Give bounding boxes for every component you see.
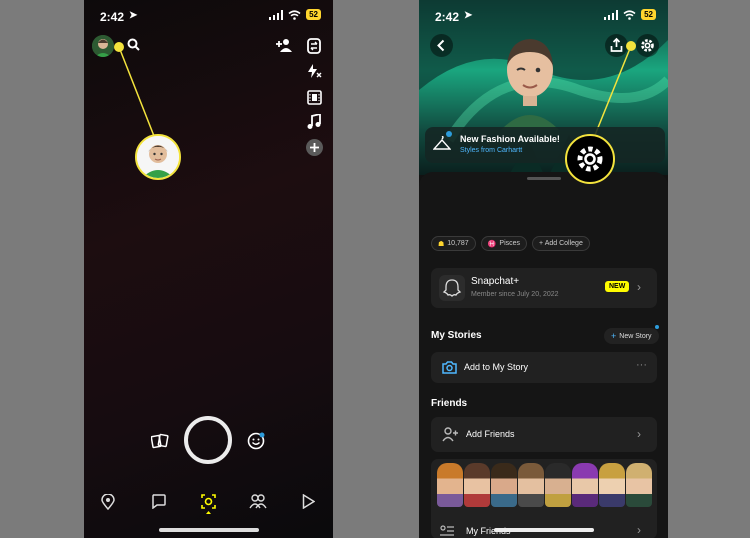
chat-icon[interactable] (151, 494, 166, 509)
snapscore-pill[interactable]: ☗ 10,787 (431, 236, 476, 251)
friends-icon[interactable] (249, 494, 267, 509)
notification-dot (446, 131, 452, 137)
friend-bitmoji (545, 463, 571, 507)
callout-gear (565, 134, 615, 184)
new-badge: NEW (605, 281, 630, 292)
home-indicator (159, 528, 259, 532)
ghost-icon: ☗ (438, 240, 445, 248)
chevron-right-icon: › (637, 523, 641, 537)
friend-bitmoji (464, 463, 490, 507)
profile-screen: 2:42 ➤ 52 New Fashion Available! Styles … (419, 0, 668, 538)
camera-screen: 2:42 ➤ 52 (84, 0, 333, 538)
friends-bitmoji-row (437, 463, 652, 507)
stories-icon[interactable] (302, 494, 315, 509)
search-icon[interactable] (127, 38, 140, 51)
flip-camera-icon[interactable] (305, 37, 323, 55)
camera-icon (442, 360, 457, 374)
sheet-handle[interactable] (527, 177, 561, 180)
zodiac-pill[interactable]: ♓ Pisces (480, 236, 528, 251)
map-icon[interactable] (101, 494, 115, 510)
bottom-nav (84, 488, 333, 518)
chevron-right-icon: › (637, 427, 641, 441)
camera-icon[interactable] (200, 493, 217, 515)
profile-sheet: ☗ 10,787 ♓ Pisces + Add College Snapchat+ … (419, 172, 668, 538)
add-to-my-story-label: Add to My Story (464, 362, 529, 372)
video-icon[interactable] (305, 88, 323, 106)
add-college-label: + Add College (539, 240, 583, 247)
zodiac-label: Pisces (499, 240, 521, 247)
snapchat-plus-title: Snapchat+ (471, 276, 520, 287)
add-friend-icon (442, 427, 459, 442)
plus-icon[interactable] (306, 139, 323, 156)
my-friends-card[interactable]: My Friends › (431, 459, 657, 538)
new-story-button[interactable]: + New Story (604, 328, 659, 344)
snapchat-plus-card[interactable]: Snapchat+ Member since July 20, 2022 NEW… (431, 268, 657, 308)
friends-heading: Friends (431, 398, 468, 409)
add-friends-row[interactable]: Add Friends › (431, 417, 657, 452)
lens-icon[interactable] (247, 432, 265, 450)
snapchat-plus-subtitle: Member since July 20, 2022 (471, 291, 559, 298)
zodiac-icon: ♓ (487, 240, 497, 248)
add-college-pill[interactable]: + Add College (532, 236, 590, 251)
fashion-subtitle: Styles from Carhartt (460, 147, 523, 154)
snapchat-plus-ghost-icon (439, 275, 465, 301)
music-icon[interactable] (305, 113, 323, 131)
add-to-my-story-row[interactable]: Add to My Story ··· (431, 352, 657, 383)
friend-bitmoji (437, 463, 463, 507)
snapscore-value: 10,787 (447, 240, 469, 247)
profile-pills: ☗ 10,787 ♓ Pisces + Add College (431, 236, 590, 251)
friend-bitmoji (491, 463, 517, 507)
friends-list-icon (440, 525, 454, 536)
home-indicator (494, 528, 594, 532)
plus-icon: + (611, 331, 617, 341)
friend-bitmoji (518, 463, 544, 507)
hanger-icon (433, 136, 451, 152)
friend-bitmoji (626, 463, 652, 507)
callout-avatar (135, 134, 181, 180)
add-friends-label: Add Friends (466, 429, 515, 439)
gear-icon (577, 146, 603, 172)
friend-bitmoji (599, 463, 625, 507)
flash-off-icon[interactable] (305, 62, 323, 80)
more-options-icon[interactable]: ··· (636, 359, 647, 371)
new-story-label: New Story (619, 332, 652, 340)
new-story-dot (655, 325, 659, 329)
chevron-right-icon: › (637, 280, 641, 294)
callout-dot (114, 42, 124, 52)
fashion-title: New Fashion Available! (460, 134, 560, 144)
profile-avatar-button[interactable] (92, 35, 114, 57)
my-stories-heading: My Stories (431, 330, 482, 341)
memories-icon[interactable] (151, 433, 169, 449)
add-friend-icon[interactable] (276, 38, 292, 52)
shutter-button[interactable] (184, 416, 232, 464)
friend-bitmoji (572, 463, 598, 507)
callout-dot (626, 41, 636, 51)
fashion-banner[interactable]: New Fashion Available! Styles from Carha… (425, 127, 665, 163)
